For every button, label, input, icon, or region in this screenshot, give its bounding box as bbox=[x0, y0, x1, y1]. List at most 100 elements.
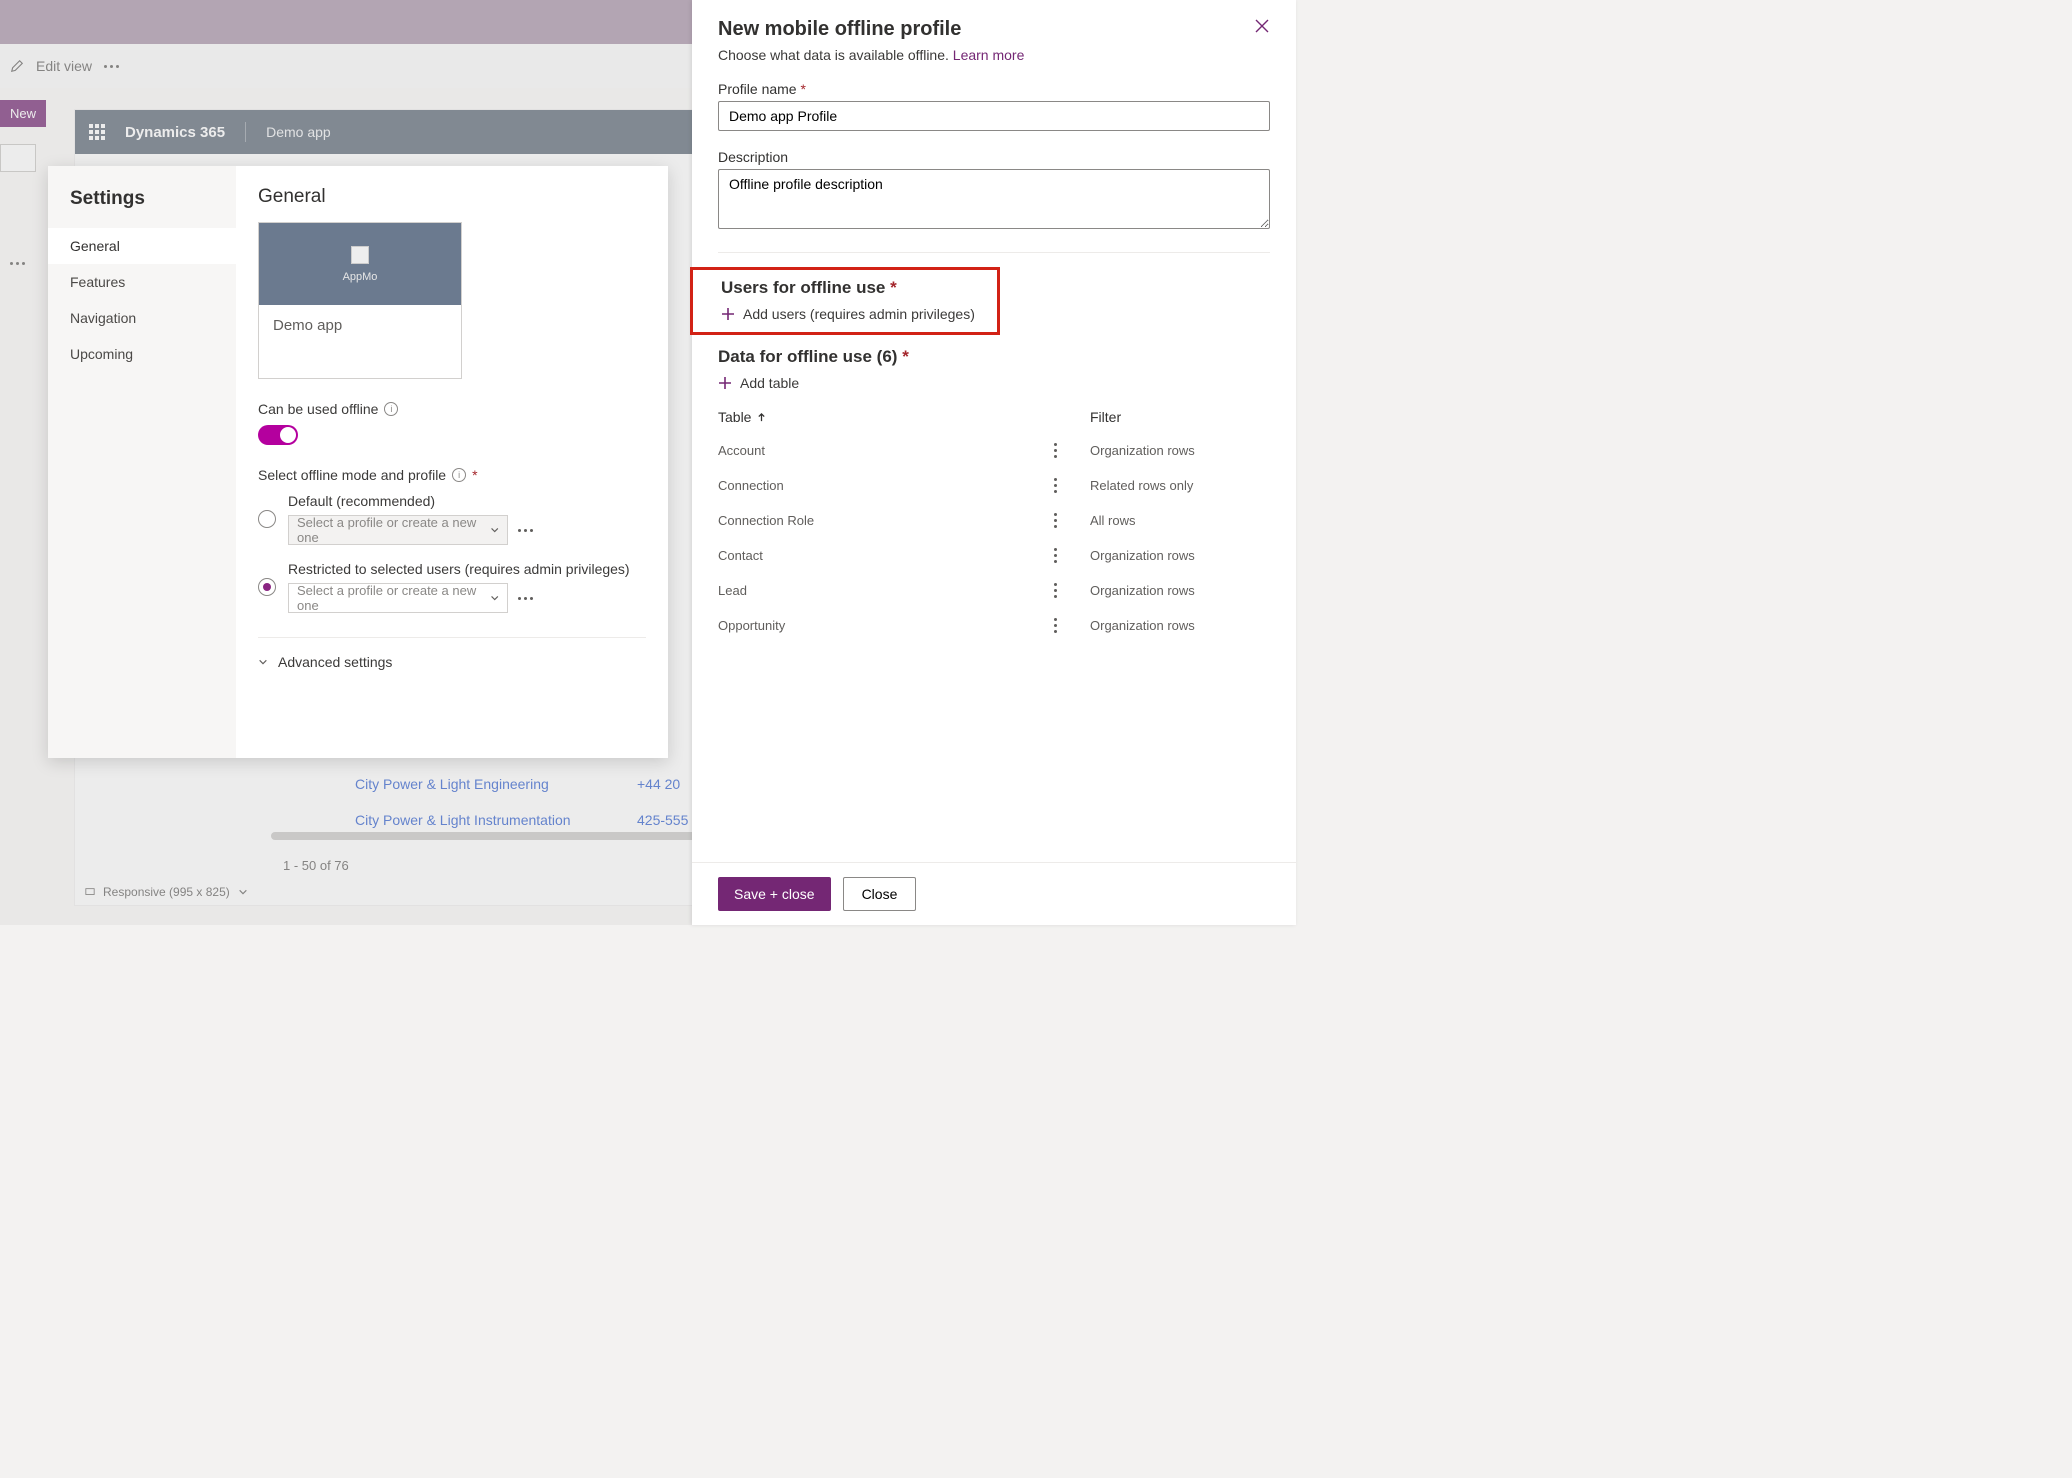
divider bbox=[245, 122, 246, 142]
row-menu-icon[interactable] bbox=[1054, 478, 1090, 493]
required-star: * bbox=[902, 347, 909, 366]
preview-phone[interactable]: 425-555 bbox=[637, 812, 688, 828]
preview-app-name: Demo app bbox=[266, 124, 331, 140]
option-default-label: Default (recommended) bbox=[288, 493, 646, 509]
row-table-name: Opportunity bbox=[718, 618, 785, 633]
preview-phone[interactable]: +44 20 bbox=[637, 776, 688, 792]
offline-label: Can be used offline bbox=[258, 401, 378, 417]
waffle-icon[interactable] bbox=[89, 124, 105, 140]
new-profile-panel: New mobile offline profile Choose what d… bbox=[692, 0, 1296, 925]
chevron-down-icon[interactable] bbox=[238, 887, 248, 897]
nav-general[interactable]: General bbox=[48, 228, 236, 264]
plus-icon bbox=[721, 307, 735, 321]
row-filter: Related rows only bbox=[1090, 478, 1193, 493]
app-card: AppMo Demo app bbox=[258, 222, 462, 379]
app-image-placeholder-icon bbox=[351, 246, 369, 264]
learn-more-link[interactable]: Learn more bbox=[953, 47, 1025, 63]
row-table-name: Connection bbox=[718, 478, 784, 493]
required-star: * bbox=[800, 81, 805, 97]
users-highlight-box: Users for offline use * Add users (requi… bbox=[690, 267, 1000, 335]
profile-name-label: Profile name bbox=[718, 81, 797, 97]
preview-brand: Dynamics 365 bbox=[125, 124, 225, 141]
settings-modal: Settings General Features Navigation Upc… bbox=[48, 166, 668, 758]
chevron-down-icon bbox=[258, 657, 268, 667]
advanced-settings-label: Advanced settings bbox=[278, 654, 392, 670]
description-input[interactable]: Offline profile description bbox=[718, 169, 1270, 229]
table-row: Connection Role All rows bbox=[718, 503, 1270, 538]
required-star: * bbox=[472, 467, 477, 483]
panel-title: New mobile offline profile bbox=[718, 18, 1024, 41]
row-table-name: Account bbox=[718, 443, 765, 458]
row-menu-icon[interactable] bbox=[1054, 513, 1090, 528]
edit-view-button[interactable]: Edit view bbox=[36, 58, 92, 74]
info-icon[interactable]: i bbox=[384, 402, 398, 416]
responsive-icon bbox=[85, 887, 95, 897]
add-users-label: Add users (requires admin privileges) bbox=[743, 306, 975, 322]
nav-upcoming[interactable]: Upcoming bbox=[48, 336, 236, 372]
option-restricted-label: Restricted to selected users (requires a… bbox=[288, 561, 646, 577]
profile-select-placeholder: Select a profile or create a new one bbox=[297, 583, 490, 613]
divider bbox=[718, 252, 1270, 253]
radio-restricted[interactable] bbox=[258, 578, 276, 596]
row-filter: Organization rows bbox=[1090, 618, 1195, 633]
chevron-down-icon bbox=[490, 593, 499, 603]
row-menu-icon[interactable] bbox=[1054, 548, 1090, 563]
row-filter: Organization rows bbox=[1090, 583, 1195, 598]
left-more-icon[interactable] bbox=[10, 262, 25, 265]
table-row: Lead Organization rows bbox=[718, 573, 1270, 608]
row-filter: All rows bbox=[1090, 513, 1136, 528]
more-icon[interactable] bbox=[518, 597, 533, 600]
preview-scrollbar[interactable] bbox=[271, 832, 701, 840]
table-row: Contact Organization rows bbox=[718, 538, 1270, 573]
sort-asc-icon bbox=[757, 413, 766, 422]
pencil-icon bbox=[10, 59, 24, 73]
table-row: Opportunity Organization rows bbox=[718, 608, 1270, 643]
app-card-img-label: AppMo bbox=[343, 271, 378, 283]
row-menu-icon[interactable] bbox=[1054, 583, 1090, 598]
toolbar-more-icon[interactable] bbox=[104, 65, 119, 68]
close-icon[interactable] bbox=[1254, 18, 1270, 34]
advanced-settings-toggle[interactable]: Advanced settings bbox=[258, 637, 646, 670]
add-table-button[interactable]: Add table bbox=[718, 375, 1270, 391]
preview-footer-text: Responsive (995 x 825) bbox=[103, 885, 230, 899]
preview-link[interactable]: City Power & Light Instrumentation bbox=[355, 812, 571, 828]
general-heading: General bbox=[258, 186, 646, 208]
row-table-name: Contact bbox=[718, 548, 763, 563]
table-row: Connection Related rows only bbox=[718, 468, 1270, 503]
app-card-name: Demo app bbox=[259, 305, 461, 378]
data-heading: Data for offline use (6) bbox=[718, 347, 897, 366]
row-table-name: Lead bbox=[718, 583, 747, 598]
row-table-name: Connection Role bbox=[718, 513, 814, 528]
profile-select-restricted[interactable]: Select a profile or create a new one bbox=[288, 583, 508, 613]
more-icon[interactable] bbox=[518, 529, 533, 532]
offline-toggle[interactable] bbox=[258, 425, 298, 445]
nav-navigation[interactable]: Navigation bbox=[48, 300, 236, 336]
radio-default[interactable] bbox=[258, 510, 276, 528]
profile-name-input[interactable] bbox=[718, 101, 1270, 131]
row-filter: Organization rows bbox=[1090, 443, 1195, 458]
th-table[interactable]: Table bbox=[718, 409, 751, 425]
add-users-button[interactable]: Add users (requires admin privileges) bbox=[721, 306, 989, 322]
left-search-field[interactable] bbox=[0, 144, 36, 172]
plus-icon bbox=[718, 376, 732, 390]
select-mode-label: Select offline mode and profile bbox=[258, 467, 446, 483]
th-filter[interactable]: Filter bbox=[1090, 409, 1270, 425]
table-row: Account Organization rows bbox=[718, 433, 1270, 468]
preview-link[interactable]: City Power & Light Engineering bbox=[355, 776, 571, 792]
chevron-down-icon bbox=[490, 525, 499, 535]
info-icon[interactable]: i bbox=[452, 468, 466, 482]
settings-title: Settings bbox=[48, 188, 236, 228]
row-menu-icon[interactable] bbox=[1054, 618, 1090, 633]
profile-select-default[interactable]: Select a profile or create a new one bbox=[288, 515, 508, 545]
description-label: Description bbox=[718, 149, 1270, 165]
nav-features[interactable]: Features bbox=[48, 264, 236, 300]
row-filter: Organization rows bbox=[1090, 548, 1195, 563]
new-button[interactable]: New bbox=[0, 100, 46, 127]
row-menu-icon[interactable] bbox=[1054, 443, 1090, 458]
profile-select-placeholder: Select a profile or create a new one bbox=[297, 515, 490, 545]
close-button[interactable]: Close bbox=[843, 877, 917, 911]
save-close-button[interactable]: Save + close bbox=[718, 877, 831, 911]
users-heading: Users for offline use bbox=[721, 278, 885, 297]
panel-subtitle: Choose what data is available offline. bbox=[718, 47, 949, 63]
preview-paging: 1 - 50 of 76 bbox=[283, 858, 349, 873]
